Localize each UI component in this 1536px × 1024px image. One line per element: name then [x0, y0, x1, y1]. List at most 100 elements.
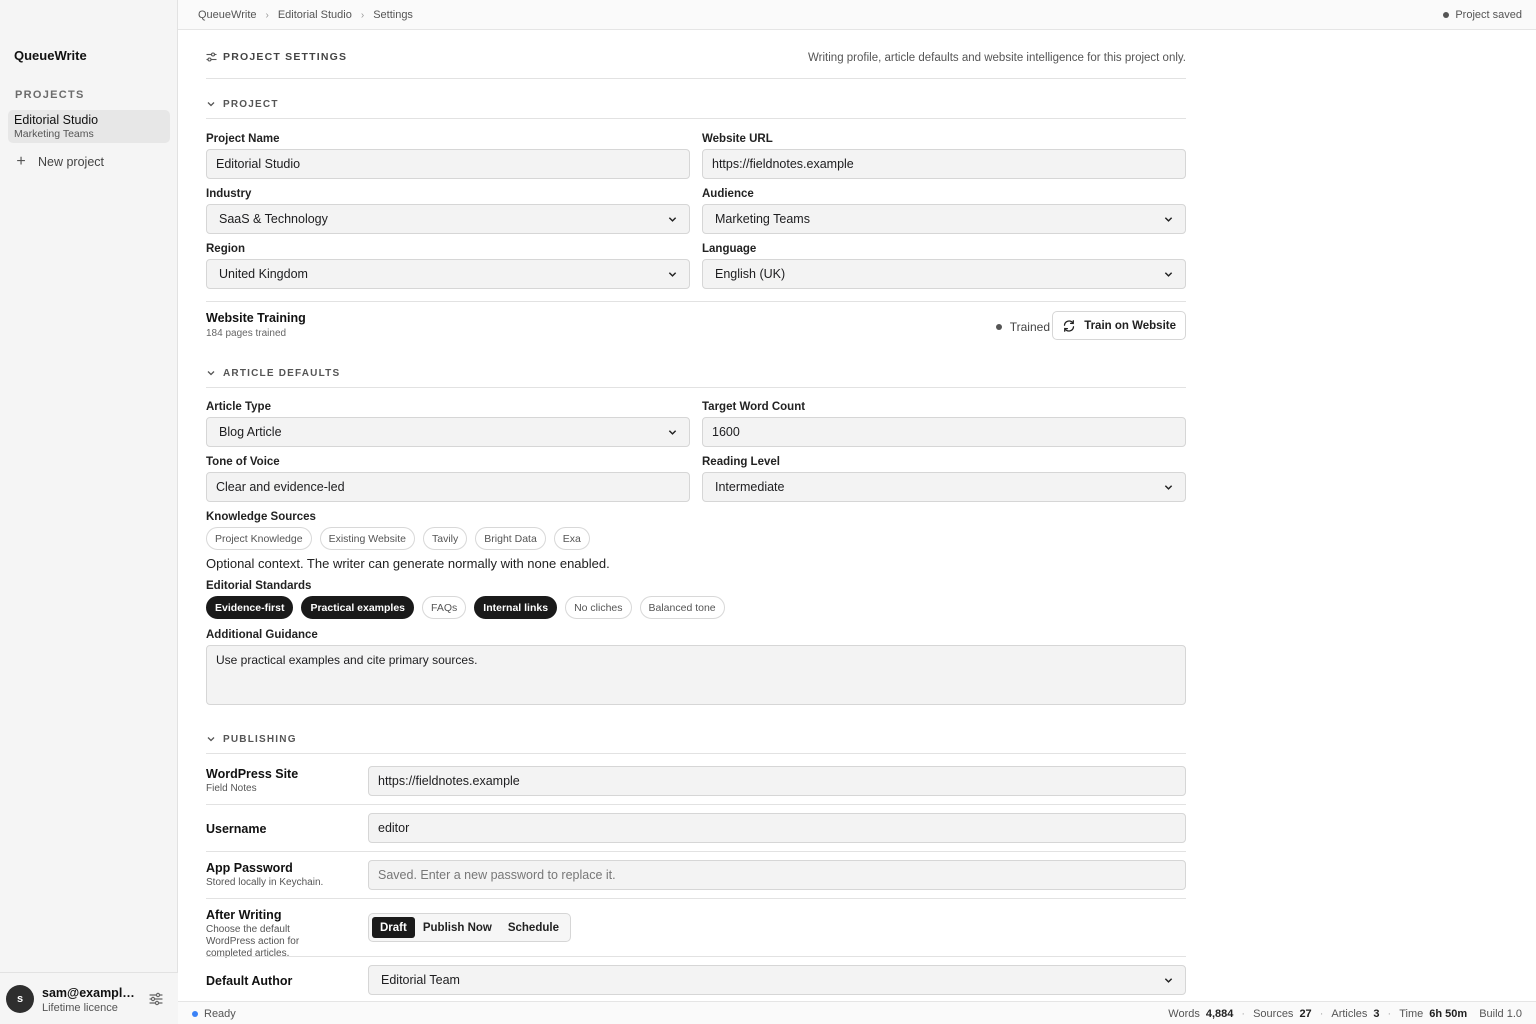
section-toggle-publishing[interactable]: PUBLISHING — [206, 734, 1186, 754]
words-count: 4,884 — [1205, 1008, 1234, 1020]
refresh-icon — [1064, 319, 1075, 332]
after-writing-segmented-control: Draft Publish Now Schedule — [368, 913, 571, 942]
additional-guidance-label: Additional Guidance — [206, 629, 318, 641]
sidebar-item-editorial-studio[interactable]: Editorial Studio Marketing Teams — [8, 110, 170, 143]
after-writing-subtitle: Choose the default WordPress action for … — [206, 924, 300, 959]
wordpress-site-input[interactable]: https://fieldnotes.example — [368, 766, 1186, 796]
after-writing-label: After Writing — [206, 908, 282, 922]
words-label: Words — [1168, 1008, 1200, 1020]
settings-description: Writing profile, article defaults and we… — [808, 52, 1186, 64]
sidebar: QueueWrite PROJECTS Editorial Studio Mar… — [0, 0, 178, 1024]
website-training-title: Website Training — [206, 311, 306, 325]
article-type-value: Blog Article — [219, 425, 282, 439]
audience-select[interactable]: Marketing Teams — [702, 204, 1186, 234]
avatar[interactable]: s — [6, 985, 34, 1013]
editorial-standards-chips: Evidence-first Practical examples FAQs I… — [206, 596, 725, 619]
target-word-count-input[interactable]: 1600 — [702, 417, 1186, 447]
chevron-down-icon — [1164, 484, 1173, 490]
region-select[interactable]: United Kingdom — [206, 259, 690, 289]
app-brand: QueueWrite — [14, 48, 87, 63]
train-on-website-label: Train on Website — [1084, 319, 1176, 332]
region-label: Region — [206, 243, 245, 255]
default-author-select[interactable]: Editorial Team — [368, 965, 1186, 995]
chip-practical-examples[interactable]: Practical examples — [301, 596, 415, 619]
app-password-subtitle: Stored locally in Keychain. — [206, 877, 324, 888]
industry-label: Industry — [206, 188, 252, 200]
after-writing-option-draft[interactable]: Draft — [372, 917, 415, 938]
chevron-down-icon — [1164, 271, 1173, 277]
chevron-right-icon: › — [360, 9, 365, 21]
train-on-website-button[interactable]: Train on Website — [1052, 311, 1186, 340]
wordpress-site-label: WordPress Site — [206, 767, 299, 781]
project-name-input[interactable]: Editorial Studio — [206, 149, 690, 179]
chip-internal-links[interactable]: Internal links — [474, 596, 558, 619]
after-writing-option-publish-now[interactable]: Publish Now — [415, 917, 500, 938]
chevron-down-icon — [668, 216, 677, 222]
status-dot-icon — [995, 324, 1002, 330]
website-url-label: Website URL — [702, 133, 773, 145]
chip-balanced-tone[interactable]: Balanced tone — [639, 596, 725, 619]
breadcrumb-item-project[interactable]: Editorial Studio — [278, 9, 352, 21]
status-ready-label: Ready — [204, 1008, 236, 1020]
new-project-label: New project — [38, 155, 104, 169]
save-status-label: Project saved — [1455, 9, 1522, 21]
project-name-label: Project Name — [206, 133, 280, 145]
section-toggle-project[interactable]: PROJECT — [206, 99, 1186, 119]
chevron-down-icon — [668, 271, 677, 277]
chip-exa[interactable]: Exa — [553, 527, 590, 550]
separator-dot: · — [1387, 1008, 1392, 1020]
website-training-subtitle: 184 pages trained — [206, 328, 287, 339]
section-toggle-article-defaults[interactable]: ARTICLE DEFAULTS — [206, 368, 1186, 388]
reading-level-select[interactable]: Intermediate — [702, 472, 1186, 502]
target-word-count-label: Target Word Count — [702, 401, 806, 413]
username-input[interactable]: editor — [368, 813, 1186, 843]
after-writing-option-schedule[interactable]: Schedule — [500, 917, 567, 938]
language-value: English (UK) — [715, 267, 786, 281]
chip-project-knowledge[interactable]: Project Knowledge — [206, 527, 312, 550]
status-ready: Ready — [192, 1008, 236, 1020]
chevron-down-icon — [207, 371, 215, 376]
language-select[interactable]: English (UK) — [702, 259, 1186, 289]
chip-tavily[interactable]: Tavily — [423, 527, 468, 550]
default-author-value: Editorial Team — [381, 973, 460, 987]
user-footer: s sam@example.com Lifetime licence — [0, 972, 178, 1024]
chevron-down-icon — [1164, 216, 1173, 222]
reading-level-value: Intermediate — [715, 480, 785, 494]
additional-guidance-textarea[interactable]: Use practical examples and cite primary … — [206, 645, 1186, 705]
user-plan: Lifetime licence — [42, 1002, 118, 1014]
new-project-button[interactable]: + New project — [14, 154, 104, 170]
trained-status-badge: Trained — [995, 320, 1050, 334]
article-type-label: Article Type — [206, 401, 271, 413]
chip-bright-data[interactable]: Bright Data — [475, 527, 546, 550]
industry-value: SaaS & Technology — [219, 212, 328, 226]
status-bar: Ready Words 4,884 · Sources 27 · Article… — [178, 1001, 1536, 1024]
tone-of-voice-input[interactable]: Clear and evidence-led — [206, 472, 690, 502]
projects-heading: PROJECTS — [15, 89, 85, 101]
knowledge-sources-label: Knowledge Sources — [206, 511, 316, 523]
row-divider — [206, 851, 1186, 852]
default-author-label: Default Author — [206, 974, 293, 988]
chip-evidence-first[interactable]: Evidence-first — [206, 596, 294, 619]
project-subtitle-label: Marketing Teams — [14, 128, 94, 140]
app-password-input[interactable]: Saved. Enter a new password to replace i… — [368, 860, 1186, 890]
website-url-input[interactable]: https://fieldnotes.example — [702, 149, 1186, 179]
section-title-project: PROJECT — [223, 99, 279, 110]
chevron-down-icon — [207, 737, 215, 742]
separator-dot: · — [1241, 1008, 1246, 1020]
section-title-publishing: PUBLISHING — [223, 734, 297, 745]
separator-dot: · — [1319, 1008, 1324, 1020]
ready-dot-icon — [192, 1011, 198, 1017]
chip-faqs[interactable]: FAQs — [422, 596, 467, 619]
row-divider — [206, 956, 1186, 957]
build-version: Build 1.0 — [1479, 1008, 1522, 1020]
chip-no-cliches[interactable]: No cliches — [565, 596, 632, 619]
audience-value: Marketing Teams — [715, 212, 810, 226]
articles-label: Articles — [1331, 1008, 1368, 1020]
project-name-label: Editorial Studio — [14, 113, 99, 127]
chip-existing-website[interactable]: Existing Website — [319, 527, 415, 550]
article-type-select[interactable]: Blog Article — [206, 417, 690, 447]
industry-select[interactable]: SaaS & Technology — [206, 204, 690, 234]
sliders-icon[interactable] — [148, 991, 164, 1007]
row-divider — [206, 804, 1186, 805]
breadcrumb-item-app[interactable]: QueueWrite — [198, 9, 257, 21]
